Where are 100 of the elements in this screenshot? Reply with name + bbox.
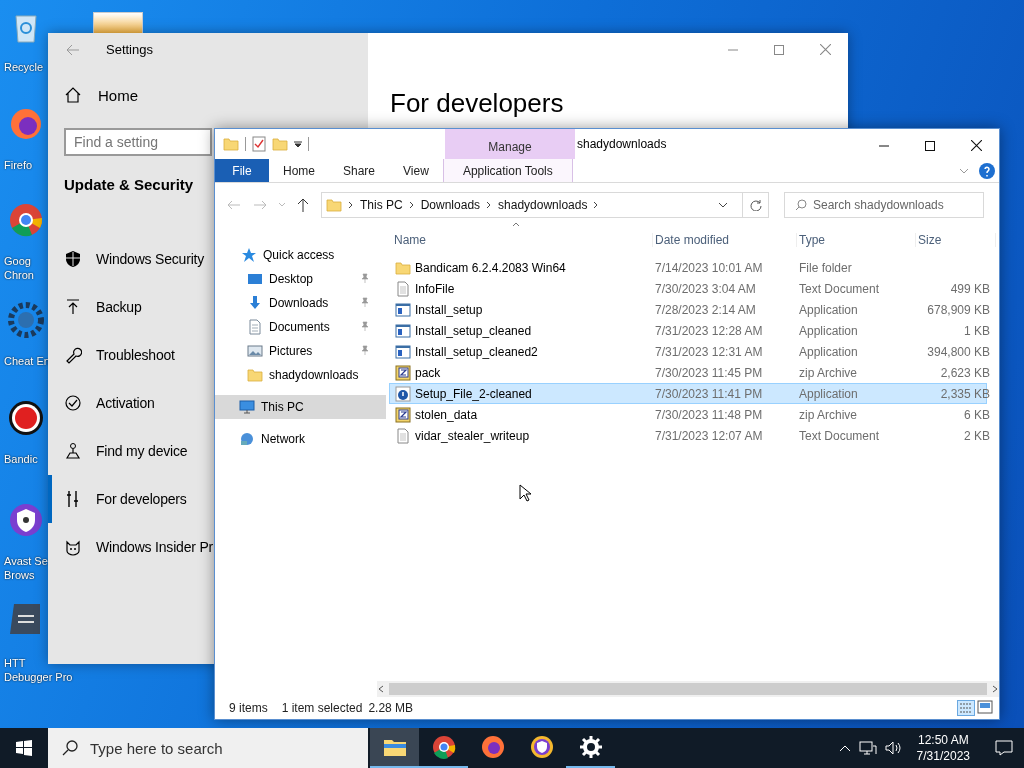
- nav-item[interactable]: Downloads: [215, 291, 386, 315]
- type-cell-text: Application: [798, 344, 859, 359]
- star-icon: [241, 247, 257, 263]
- expand-icon[interactable]: [959, 167, 969, 174]
- date-cell-text: 7/30/2023 3:04 AM: [654, 281, 757, 296]
- image-icon: [247, 343, 263, 359]
- network-icon[interactable]: [858, 740, 877, 756]
- document-icon: [247, 319, 263, 335]
- type-cell-text: zip Archive: [798, 407, 859, 422]
- date-cell-text: 7/31/2023 12:07 AM: [654, 428, 764, 443]
- search-icon: [62, 740, 78, 756]
- window-title: shadydownloads: [577, 137, 667, 151]
- status-text: 1 item selected: [281, 701, 363, 715]
- size-cell-text: 6 KB: [963, 407, 991, 422]
- nav-item[interactable]: Documents: [215, 315, 386, 339]
- nav-icon: [64, 394, 82, 412]
- address-bar[interactable]: This PC Downloads shadydownloads: [321, 192, 743, 218]
- icon-label: Chron: [3, 268, 34, 282]
- date-cell-text: 7/30/2023 11:48 PM: [654, 407, 764, 422]
- nav-item[interactable]: Find my device: [48, 427, 190, 475]
- size-cell-text: 2 KB: [963, 428, 991, 443]
- size-cell-text: 2,623 KB: [939, 365, 991, 380]
- column-header[interactable]: Name: [392, 233, 653, 247]
- ribbon-tab[interactable]: Share: [329, 159, 390, 182]
- notification-icon[interactable]: [995, 740, 1013, 756]
- scroll-right-icon: [991, 685, 999, 693]
- search-field[interactable]: Find a setting: [64, 128, 212, 156]
- scrollbar[interactable]: [377, 681, 999, 697]
- zip-icon: [395, 364, 411, 381]
- nav-item[interactable]: Quick access: [215, 243, 386, 267]
- file-row[interactable]: Bandicam 6.2.4.2083 Win64 7/14/2023 10:01 AM File folder: [389, 257, 987, 278]
- context-tab[interactable]: Manage: [445, 129, 575, 159]
- type-cell-text: Application: [798, 386, 859, 401]
- chevron-icon: [593, 201, 600, 209]
- nav-item[interactable]: Pictures: [215, 339, 386, 363]
- nav-item[interactable]: For developers: [48, 475, 189, 523]
- desktop-icon: [247, 271, 263, 287]
- breadcrumb[interactable]: This PC: [360, 198, 403, 212]
- nav-item[interactable]: Backup: [48, 283, 144, 331]
- caret-icon[interactable]: [838, 744, 851, 752]
- folder-icon: [247, 367, 263, 383]
- type-cell-text: Text Document: [798, 428, 881, 443]
- up-icon[interactable]: [297, 198, 309, 212]
- file-name: stolen_data: [415, 407, 478, 422]
- nav-icon: [64, 538, 82, 556]
- refresh-icon: [749, 199, 762, 211]
- column-header[interactable]: Size: [916, 233, 996, 247]
- file-name: Install_setup_cleaned: [415, 323, 532, 338]
- close-icon[interactable]: [970, 140, 982, 151]
- document-icon: [395, 280, 411, 297]
- nav-item[interactable]: Troubleshoot: [48, 331, 177, 379]
- size-cell-text: 678,909 KB: [926, 302, 991, 317]
- column-header[interactable]: Date modified: [653, 233, 797, 247]
- icon-label: Goog: [3, 254, 31, 268]
- taskbar-app[interactable]: [370, 728, 419, 768]
- new-folder-icon: [272, 136, 288, 152]
- application-icon: [395, 322, 411, 339]
- computer-icon: [239, 399, 255, 415]
- home-link[interactable]: Home: [48, 80, 368, 110]
- nav-item[interactable]: Network: [215, 427, 386, 451]
- ribbon-tab[interactable]: Application Tools: [442, 159, 573, 182]
- dropdown-icon[interactable]: [718, 202, 728, 208]
- dropdown-icon[interactable]: [294, 140, 302, 148]
- column-header[interactable]: Type: [797, 233, 916, 247]
- folder-icon: [223, 136, 239, 152]
- file-name: Install_setup_cleaned2: [415, 344, 538, 359]
- icon-label: Bandic: [3, 452, 38, 466]
- nav-item[interactable]: Activation: [48, 379, 157, 427]
- breadcrumb[interactable]: Downloads: [420, 198, 481, 212]
- nav-item[interactable]: shadydownloads: [215, 363, 386, 387]
- nav-item[interactable]: This PC: [215, 395, 386, 419]
- sort-icon[interactable]: [512, 222, 520, 227]
- nav-item[interactable]: Windows Security: [48, 235, 207, 283]
- nav-icon: [64, 298, 82, 316]
- help-icon[interactable]: [979, 162, 995, 179]
- scroll-left-icon: [377, 685, 385, 693]
- file-name: vidar_stealer_writeup: [415, 428, 530, 443]
- status-text: 2.28 MB: [368, 701, 414, 715]
- icon-label: Avast Se: [3, 554, 48, 568]
- ribbon-tab[interactable]: View: [389, 159, 443, 182]
- date-cell-text: 7/30/2023 11:45 PM: [654, 365, 764, 380]
- search-field[interactable]: Type here to search: [48, 728, 368, 768]
- ribbon-tab[interactable]: Home: [269, 159, 329, 182]
- type-cell-text: File folder: [798, 260, 853, 275]
- properties-icon[interactable]: [252, 136, 266, 152]
- type-cell-text: zip Archive: [798, 365, 859, 380]
- thumbnail-view-icon[interactable]: [977, 700, 993, 714]
- ribbon-tab[interactable]: File: [215, 159, 269, 182]
- file-name: Setup_File_2-cleaned: [415, 386, 532, 401]
- search-field[interactable]: Search shadydownloads: [784, 192, 984, 218]
- size-cell-text: 1 KB: [963, 323, 991, 338]
- maximize-icon[interactable]: [925, 140, 935, 151]
- clock[interactable]: 12:50 AM 7/31/2023: [910, 732, 976, 764]
- volume-icon[interactable]: [884, 740, 903, 756]
- nav-item[interactable]: Windows Insider Pr: [48, 523, 214, 571]
- document-icon: [395, 427, 411, 444]
- nav-icon: [64, 346, 82, 364]
- breadcrumb[interactable]: shadydownloads: [498, 198, 588, 212]
- refresh-button[interactable]: [743, 192, 769, 218]
- nav-item[interactable]: Desktop: [215, 267, 386, 291]
